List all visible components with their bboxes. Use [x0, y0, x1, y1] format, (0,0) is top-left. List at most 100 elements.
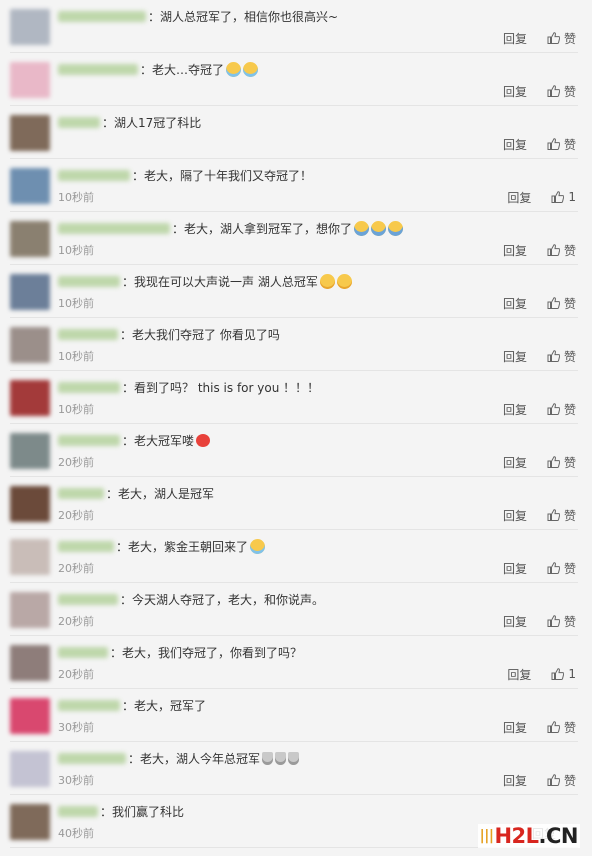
like-button[interactable]: 赞 — [547, 507, 576, 524]
like-button[interactable]: 赞 — [547, 560, 576, 577]
avatar[interactable] — [10, 168, 50, 204]
like-button[interactable]: 赞 — [547, 401, 576, 418]
reply-button[interactable]: 回复 — [503, 401, 527, 418]
username-link[interactable]: ……… 吴 — [58, 752, 126, 764]
thumbs-up-icon — [547, 509, 560, 521]
username-link[interactable]: ……… Bar — [58, 699, 120, 711]
like-button[interactable]: 赞 — [547, 83, 576, 100]
watermark-letter-l: L — [525, 824, 539, 848]
username-link[interactable]: ……… 了 — [58, 540, 114, 552]
like-count: 赞 — [563, 137, 576, 152]
like-button[interactable]: 赞 — [547, 136, 576, 153]
comment-actions: 回复 赞 — [503, 560, 576, 576]
hug-emoji-icon — [371, 220, 387, 236]
reply-button[interactable]: 回复 — [503, 295, 527, 312]
reply-button[interactable]: 回复 — [503, 719, 527, 736]
comment-text: 看到了吗？ this is for you ！！！ — [134, 380, 320, 395]
like-count: 赞 — [563, 508, 576, 523]
cry-emoji-icon — [243, 61, 259, 77]
comment-row: ……… 了：老大，紫金王朝回来了 20秒前 回复 赞 — [0, 530, 592, 583]
comment-row: ……听你写诗Soul：老大，隔了十年我们又夺冠了！ 10秒前 回复 1 — [0, 159, 592, 212]
avatar[interactable] — [10, 115, 50, 151]
like-button[interactable]: 赞 — [547, 719, 576, 736]
reply-button[interactable]: 回复 — [503, 772, 527, 789]
comment-row: ……………：我现在可以大声说一声 湖人总冠军 10秒前 回复 赞 — [0, 265, 592, 318]
username-link[interactable]: …………亦风景 — [58, 10, 146, 22]
reply-button[interactable]: 回复 — [507, 666, 531, 683]
comment-actions: 回复 1 — [507, 189, 576, 205]
timestamp: 20秒前 — [58, 456, 94, 469]
watermark-stripe-icon: ||| — [479, 828, 494, 844]
comment-line: ……听你写诗Soul：老大，隔了十年我们又夺冠了！ — [58, 165, 312, 185]
comment-actions: 回复 赞 — [503, 83, 576, 99]
like-count: 1 — [568, 190, 576, 204]
like-button[interactable]: 1 — [551, 667, 576, 681]
avatar[interactable] — [10, 380, 50, 416]
username-link[interactable]: …………… — [58, 275, 120, 287]
avatar[interactable] — [10, 221, 50, 257]
comment-row: ……… Xx：老大，我们夺冠了，你看到了吗？ 20秒前 回复 1 — [0, 636, 592, 689]
reply-button[interactable]: 回复 — [503, 454, 527, 471]
reply-button[interactable]: 回复 — [503, 613, 527, 630]
thumbs-up-icon — [547, 32, 560, 44]
like-button[interactable]: 赞 — [547, 772, 576, 789]
username-link[interactable]: ……… 丶 — [58, 328, 118, 340]
like-count: 赞 — [563, 773, 576, 788]
avatar[interactable] — [10, 486, 50, 522]
comment-actions: 回复 赞 — [503, 136, 576, 152]
avatar[interactable] — [10, 433, 50, 469]
username-link[interactable]: ……… — [58, 487, 104, 499]
like-button[interactable]: 赞 — [547, 242, 576, 259]
comment-row: ……… 28：老大冠军喽 20秒前 回复 赞 — [0, 424, 592, 477]
like-button[interactable]: 赞 — [547, 613, 576, 630]
reply-button[interactable]: 回复 — [503, 83, 527, 100]
grin-emoji-icon — [319, 273, 335, 289]
comment-text: 老大，我们夺冠了，你看到了吗？ — [122, 645, 303, 660]
avatar[interactable] — [10, 327, 50, 363]
reply-button[interactable]: 回复 — [503, 560, 527, 577]
avatar[interactable] — [10, 645, 50, 681]
username-link[interactable]: ……… Xx — [58, 646, 108, 658]
avatar[interactable] — [10, 751, 50, 787]
timestamp: 30秒前 — [58, 774, 94, 787]
comment-row: ……… 吴：老大，湖人今年总冠军 30秒前 回复 赞 — [0, 742, 592, 795]
avatar[interactable] — [10, 9, 50, 45]
reply-button[interactable]: 回复 — [503, 348, 527, 365]
avatar[interactable] — [10, 698, 50, 734]
username-link[interactable]: ……… 0 — [58, 381, 120, 393]
avatar[interactable] — [10, 539, 50, 575]
like-button[interactable]: 赞 — [547, 348, 576, 365]
reply-button[interactable]: 回复 — [503, 507, 527, 524]
reply-button[interactable]: 回复 — [503, 242, 527, 259]
reply-button[interactable]: 回复 — [503, 136, 527, 153]
like-count: 赞 — [563, 243, 576, 258]
comment-row: ……………… 铁粉：老大，湖人拿到冠军了，想你了 10秒前 回复 赞 — [0, 212, 592, 265]
comment-text: 我现在可以大声说一声 湖人总冠军 — [134, 274, 318, 289]
like-button[interactable]: 1 — [551, 190, 576, 204]
username-link[interactable]: ……… 子 — [58, 805, 98, 817]
colon-separator: ： — [106, 486, 119, 501]
comment-line: …………… 菌：老大…夺冠了 — [58, 59, 259, 79]
like-button[interactable]: 赞 — [547, 454, 576, 471]
username-link[interactable]: ……… 0 — [58, 593, 118, 605]
avatar[interactable] — [10, 804, 50, 840]
timestamp: 20秒前 — [58, 562, 94, 575]
username-link[interactable]: ……………… 铁粉 — [58, 222, 170, 234]
avatar[interactable] — [10, 592, 50, 628]
username-link[interactable]: ……听你写诗Soul — [58, 169, 130, 181]
username-link[interactable]: …………… 菌 — [58, 63, 138, 75]
comment-text: 今天湖人夺冠了，老大，和你说声。 — [132, 592, 325, 607]
like-button[interactable]: 赞 — [547, 30, 576, 47]
reply-button[interactable]: 回复 — [503, 30, 527, 47]
comment-text: 老大，冠军了 — [134, 698, 207, 713]
reply-button[interactable]: 回复 — [507, 189, 531, 206]
avatar[interactable] — [10, 62, 50, 98]
like-button[interactable]: 赞 — [547, 295, 576, 312]
grin-emoji-icon — [336, 273, 352, 289]
username-link[interactable]: ……… 28 — [58, 434, 120, 446]
thumbs-up-icon — [547, 562, 560, 574]
like-count: 赞 — [563, 296, 576, 311]
avatar[interactable] — [10, 274, 50, 310]
username-link[interactable]: ……… 子 — [58, 116, 100, 128]
thumbs-up-icon — [547, 350, 560, 362]
